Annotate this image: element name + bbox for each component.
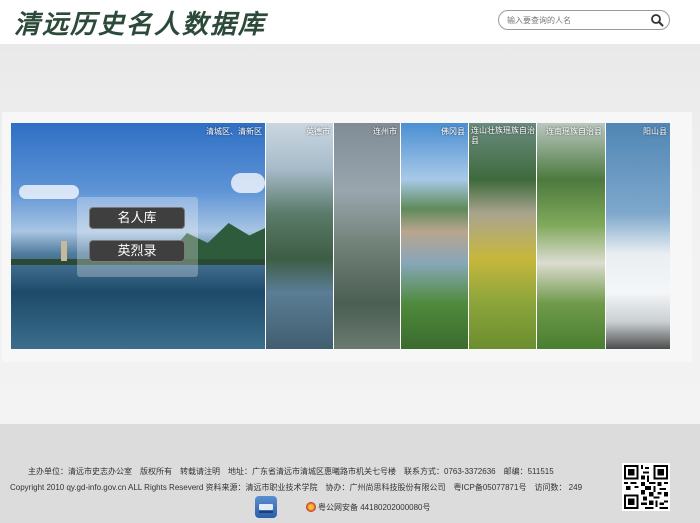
site-verification-icon[interactable] xyxy=(255,496,277,518)
region-label: 连州市 xyxy=(373,127,397,136)
region-label: 阳山县 xyxy=(643,127,667,136)
footer-copyright-line: Copyright 2010 qy.gd-info.gov.cn ALL Rig… xyxy=(10,483,583,492)
region-label: 连南瑶族自治县 xyxy=(546,127,602,136)
police-record-link[interactable]: 粤公网安备 44180202000080号 xyxy=(318,502,431,513)
region-panel-yangshan[interactable]: 阳山县 xyxy=(605,123,670,349)
search-box[interactable] xyxy=(498,10,670,30)
region-gallery: 清城区、清新区 名人库 英烈录 英德市 连州市 佛冈县 连山壮族瑶族自治县 连南… xyxy=(11,123,670,349)
region-panel-qingcheng[interactable]: 清城区、清新区 名人库 英烈录 xyxy=(11,123,265,349)
site-title[interactable]: 清远历史名人数据库 xyxy=(14,4,266,41)
cloud-decoration xyxy=(19,185,79,199)
header: 清远历史名人数据库 xyxy=(0,0,700,44)
footer: 主办单位：清远市史志办公室 版权所有 转载请注明 地址：广东省清远市清城区惠曦路… xyxy=(0,424,700,523)
region-panel-lianshan[interactable]: 连山壮族瑶族自治县 xyxy=(468,123,536,349)
region-label: 英德市 xyxy=(306,127,330,136)
region-label: 连山壮族瑶族自治县 xyxy=(471,126,535,145)
database-menu: 名人库 英烈录 xyxy=(77,197,198,277)
region-panel-fogang[interactable]: 佛冈县 xyxy=(400,123,468,349)
qr-code xyxy=(622,463,670,511)
cloud-decoration xyxy=(231,173,265,193)
footer-info-line: 主办单位：清远市史志办公室 版权所有 转载请注明 地址：广东省清远市清城区惠曦路… xyxy=(28,467,554,476)
police-badge-icon xyxy=(306,502,316,512)
pagoda-decoration xyxy=(61,241,67,261)
region-panel-yingde[interactable]: 英德市 xyxy=(265,123,333,349)
region-panel-liannan[interactable]: 连南瑶族自治县 xyxy=(536,123,605,349)
search-input[interactable] xyxy=(507,13,647,27)
region-label: 清城区、清新区 xyxy=(206,127,262,136)
celebrities-button[interactable]: 名人库 xyxy=(89,207,185,229)
search-icon[interactable] xyxy=(650,13,664,27)
region-label: 佛冈县 xyxy=(441,127,465,136)
martyrs-button[interactable]: 英烈录 xyxy=(89,240,185,262)
region-panel-lianzhou[interactable]: 连州市 xyxy=(333,123,400,349)
